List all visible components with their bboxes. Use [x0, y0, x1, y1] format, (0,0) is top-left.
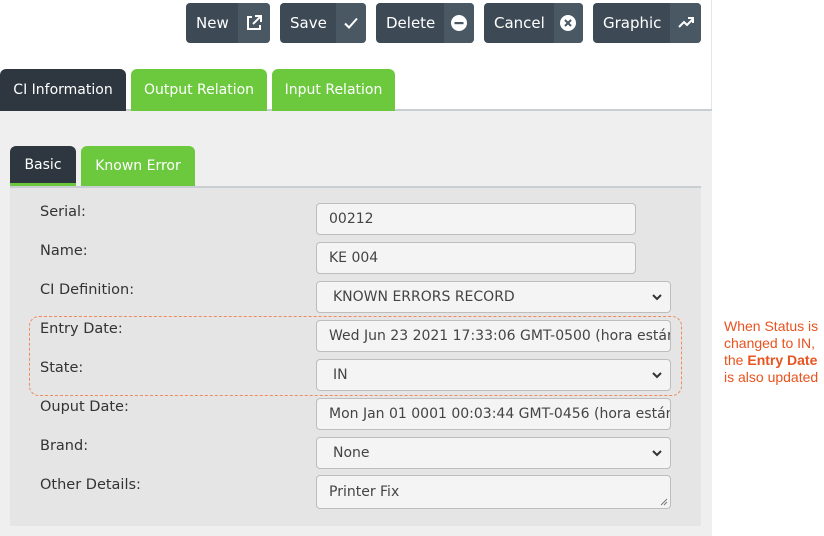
output-date-value: Mon Jan 01 0001 00:03:44 GMT-0456 (hora … [329, 406, 670, 422]
annotation-text-2: is also updated [724, 369, 819, 385]
name-label: Name: [40, 243, 88, 259]
toolbar: New Save Delete Cancel Graphic [0, 3, 712, 44]
output-date-label: Ouput Date: [40, 399, 129, 415]
chevron-down-icon [652, 450, 662, 457]
graphic-button-label: Graphic [603, 14, 662, 32]
other-details-value: Printer Fix [329, 484, 400, 500]
delete-button-label: Delete [386, 14, 436, 32]
tab-output-relation[interactable]: Output Relation [131, 69, 267, 111]
tab-basic[interactable]: Basic [10, 146, 76, 186]
cancel-button[interactable]: Cancel [484, 3, 583, 43]
x-circle-icon [553, 3, 583, 43]
minus-circle-icon [444, 3, 474, 43]
serial-value: 00212 [329, 211, 374, 227]
cancel-button-label: Cancel [494, 14, 545, 32]
content-panel: Basic Known Error Serial: 00212 Name: KE… [0, 111, 712, 536]
entry-date-label: Entry Date: [40, 321, 123, 337]
checkmark-icon [335, 3, 366, 43]
save-button-label: Save [290, 14, 327, 32]
brand-value: None [333, 445, 370, 461]
name-value: KE 004 [329, 250, 379, 266]
state-select[interactable]: IN [316, 359, 671, 391]
annotation-bold: Entry Date [747, 352, 818, 368]
chevron-down-icon [652, 372, 662, 379]
tab-ci-information[interactable]: CI Information [0, 69, 126, 111]
tab-known-error-label: Known Error [95, 158, 181, 174]
tab-input-relation-label: Input Relation [284, 82, 383, 98]
other-details-label: Other Details: [40, 477, 141, 493]
output-date-input[interactable]: Mon Jan 01 0001 00:03:44 GMT-0456 (hora … [316, 398, 671, 430]
state-label: State: [40, 360, 84, 376]
external-link-icon [237, 3, 270, 43]
ci-definition-select[interactable]: KNOWN ERRORS RECORD [316, 281, 671, 313]
annotation-note: When Status is changed to IN, the Entry … [724, 318, 824, 386]
sub-tab-bar: Basic Known Error [10, 146, 701, 188]
tab-input-relation[interactable]: Input Relation [272, 69, 395, 111]
save-button[interactable]: Save [280, 3, 366, 43]
tab-known-error[interactable]: Known Error [81, 146, 195, 186]
resize-handle-icon[interactable] [660, 498, 668, 506]
serial-input[interactable]: 00212 [316, 203, 636, 235]
ci-definition-label: CI Definition: [40, 282, 135, 298]
app-window: New Save Delete Cancel Graphic CI Inform… [0, 0, 712, 536]
brand-select[interactable]: None [316, 437, 671, 469]
chevron-down-icon [652, 294, 662, 301]
main-tab-bar: CI Information Output Relation Input Rel… [0, 69, 712, 111]
new-button-label: New [196, 14, 229, 32]
ci-definition-value: KNOWN ERRORS RECORD [333, 289, 515, 305]
graphic-button[interactable]: Graphic [593, 3, 701, 43]
state-value: IN [333, 367, 348, 383]
tab-ci-information-label: CI Information [13, 82, 113, 98]
other-details-textarea[interactable]: Printer Fix [316, 475, 671, 509]
entry-date-value: Wed Jun 23 2021 17:33:06 GMT-0500 (hora … [329, 328, 670, 344]
brand-label: Brand: [40, 438, 89, 454]
ci-form: Serial: 00212 Name: KE 004 CI Definition… [10, 188, 701, 526]
new-button[interactable]: New [186, 3, 270, 43]
tab-output-relation-label: Output Relation [143, 82, 255, 98]
trending-up-icon [670, 3, 701, 43]
name-input[interactable]: KE 004 [316, 242, 636, 274]
serial-label: Serial: [40, 204, 86, 220]
delete-button[interactable]: Delete [376, 3, 474, 43]
tab-basic-label: Basic [24, 156, 62, 173]
entry-date-input[interactable]: Wed Jun 23 2021 17:33:06 GMT-0500 (hora … [316, 320, 671, 352]
